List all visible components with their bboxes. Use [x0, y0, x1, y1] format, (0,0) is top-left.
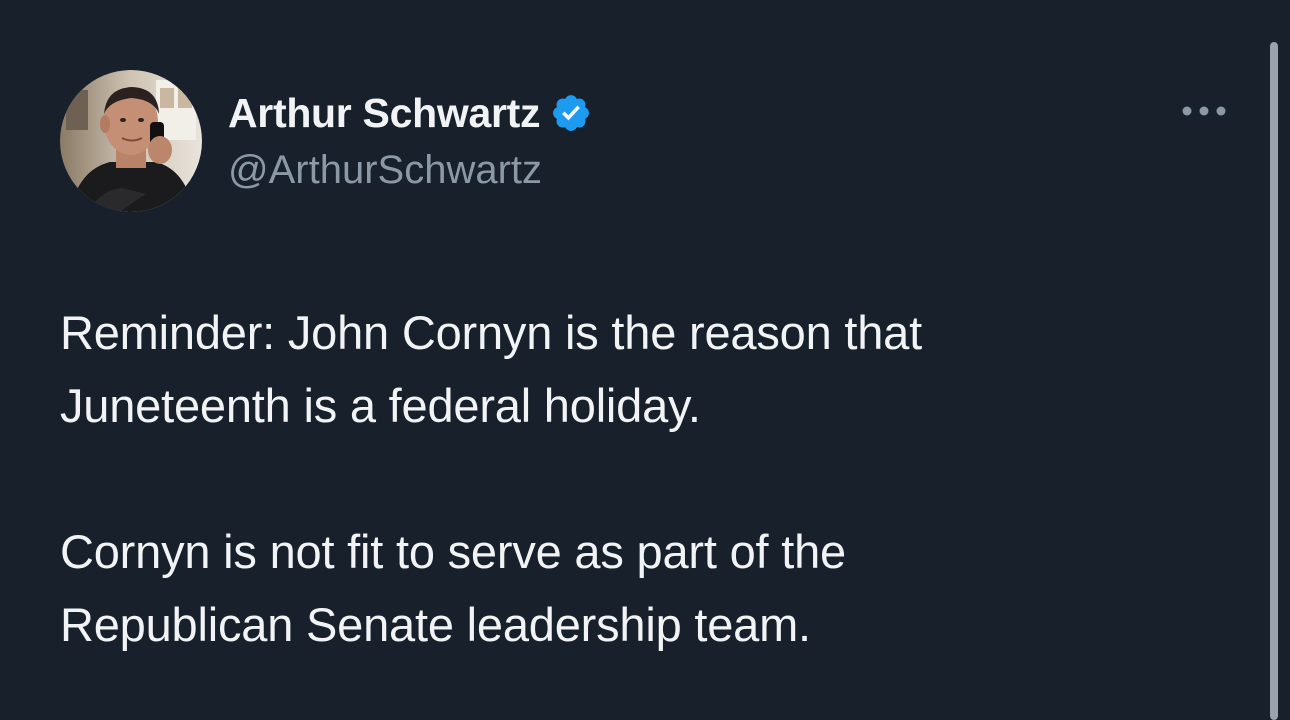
- more-options-button[interactable]: [1176, 94, 1232, 128]
- author-handle[interactable]: @ArthurSchwartz: [228, 148, 542, 193]
- profile-photo-icon: [60, 70, 202, 212]
- scrollbar[interactable]: [1270, 42, 1278, 720]
- tweet-paragraph: Cornyn is not fit to serve as part of th…: [60, 525, 846, 651]
- avatar[interactable]: [60, 70, 202, 212]
- tweet-paragraph: Reminder: John Cornyn is the reason that…: [60, 306, 922, 432]
- verified-badge-icon[interactable]: [550, 92, 592, 134]
- ellipsis-icon: [1182, 106, 1226, 116]
- tweet-card: Arthur Schwartz @ArthurSchwartz Reminder…: [0, 0, 1290, 720]
- tweet-text: Reminder: John Cornyn is the reason that…: [60, 296, 1180, 661]
- author-name-row: Arthur Schwartz: [228, 86, 592, 140]
- author-display-name[interactable]: Arthur Schwartz: [228, 90, 540, 137]
